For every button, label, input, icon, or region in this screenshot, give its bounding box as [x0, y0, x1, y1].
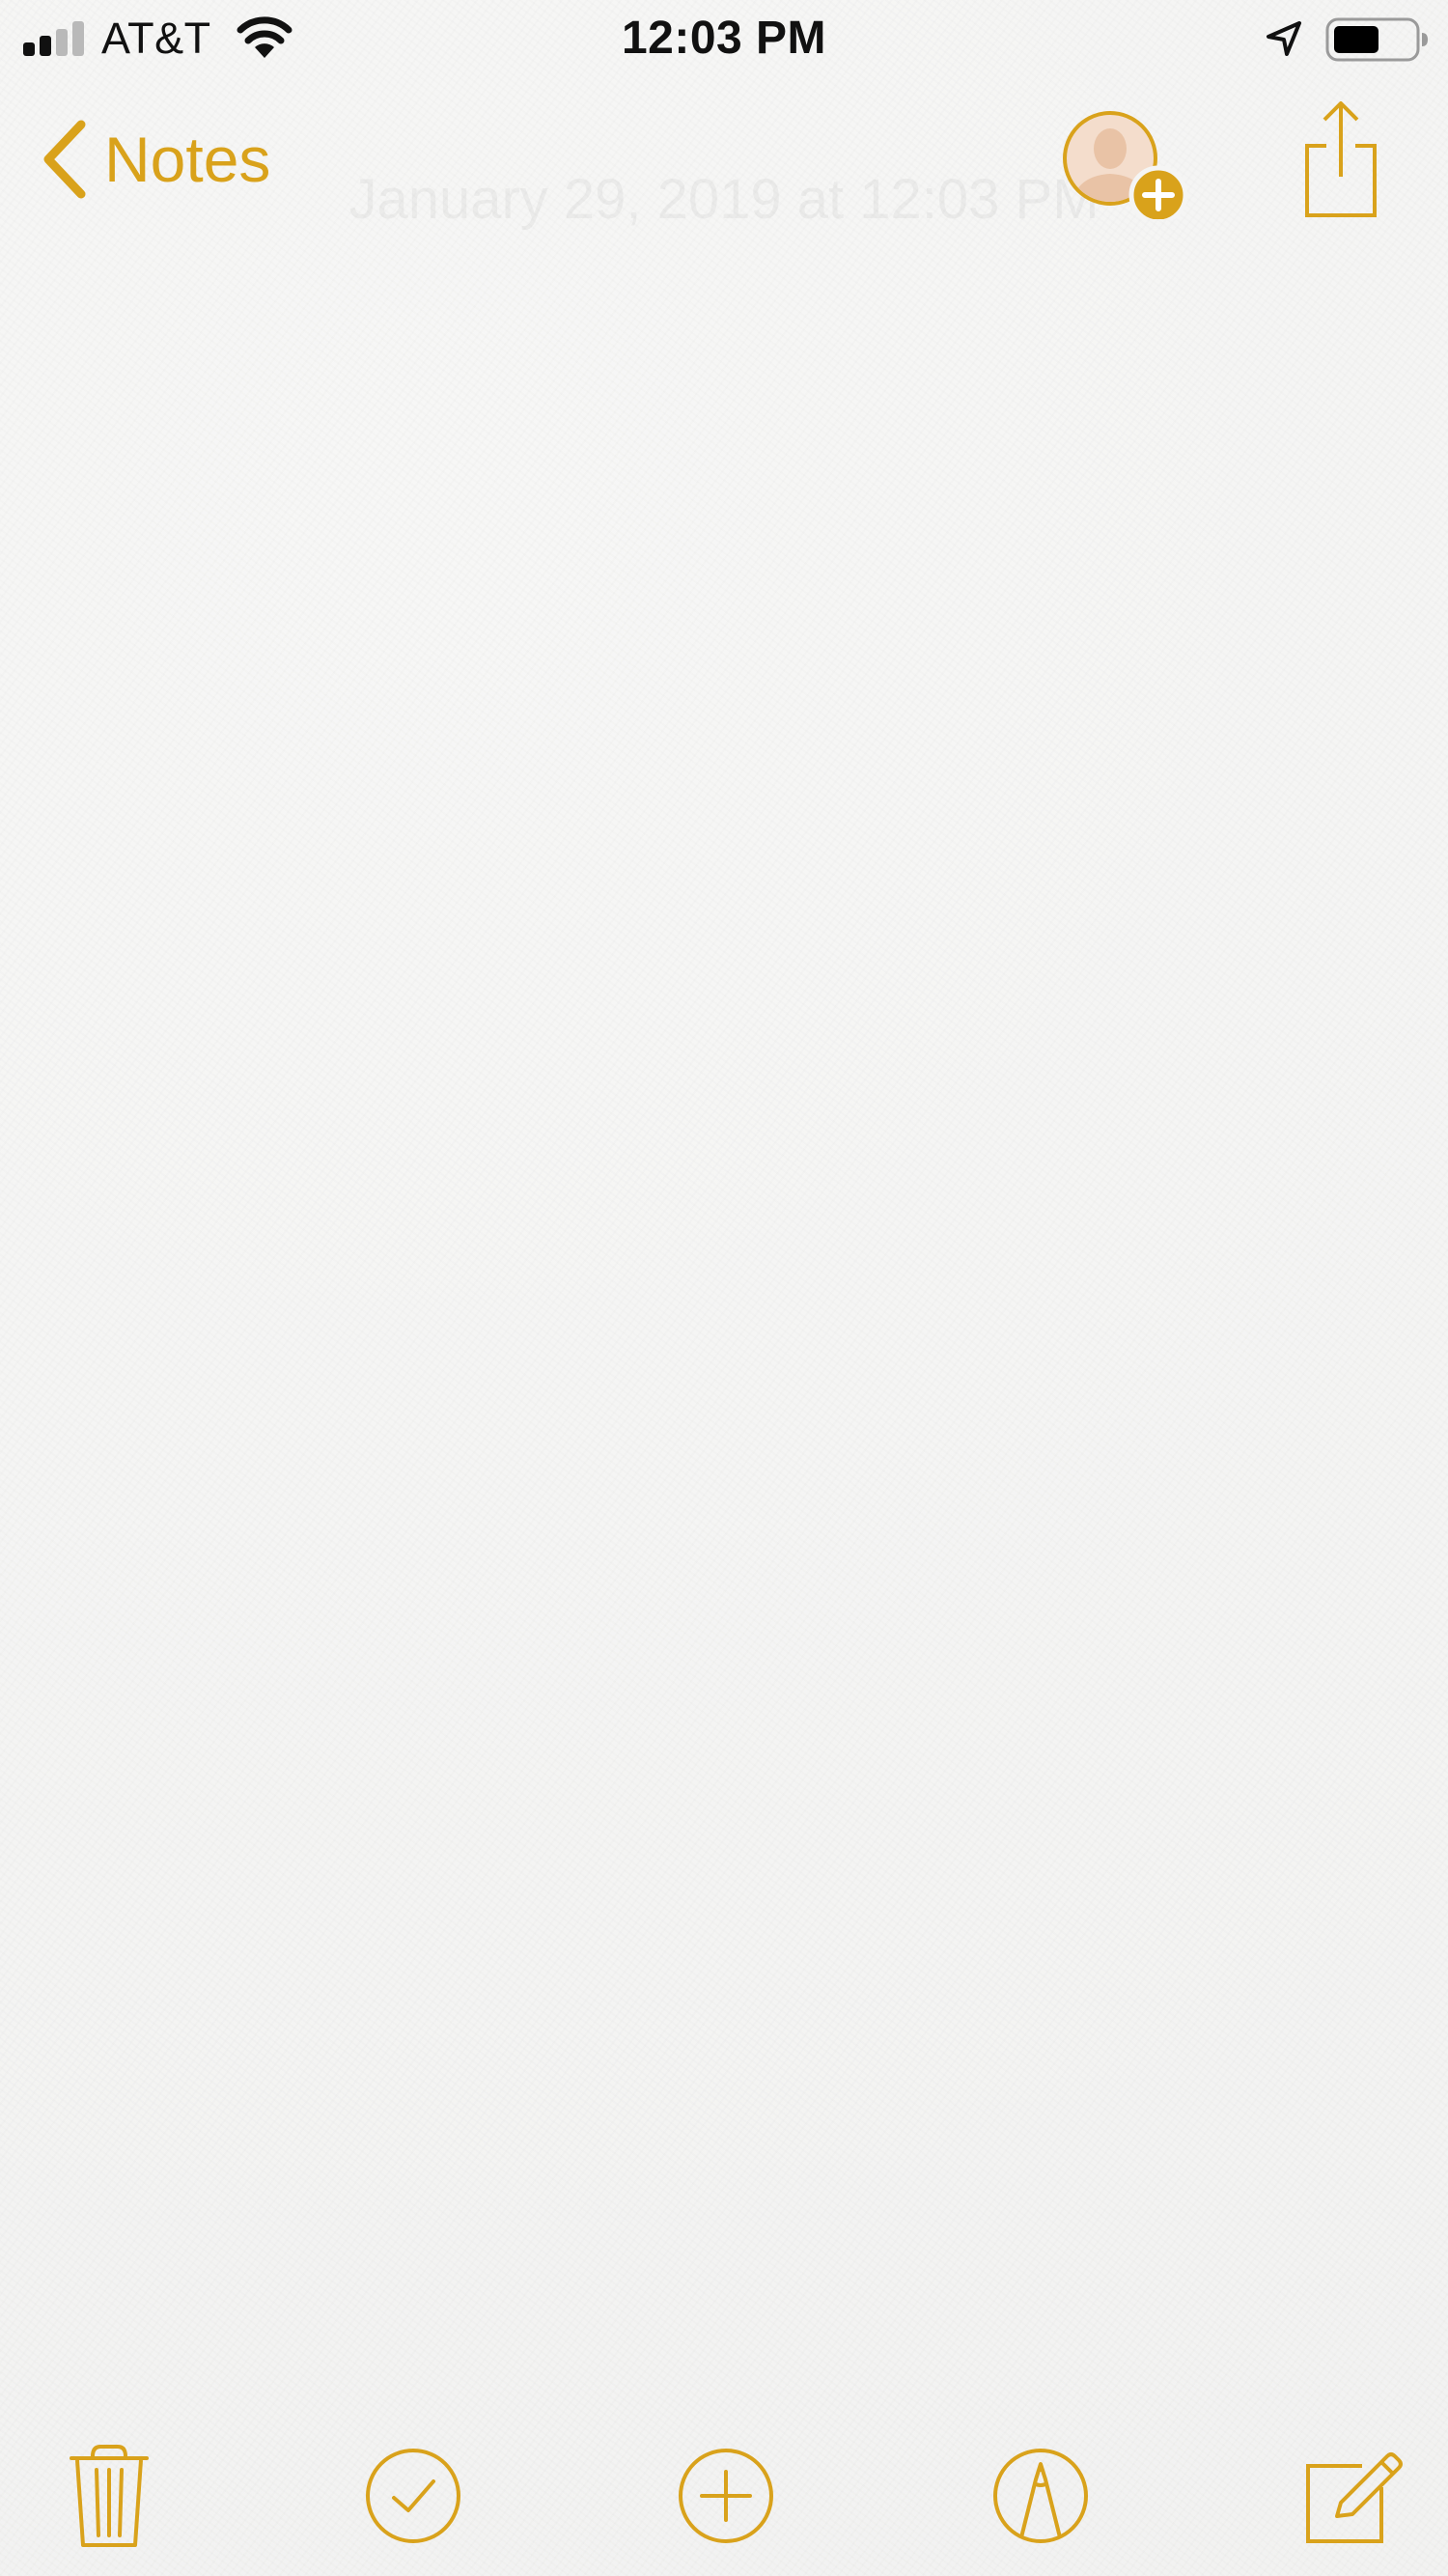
markup-button[interactable] [988, 2443, 1094, 2549]
note-body-editor[interactable] [0, 232, 1448, 2385]
navigation-bar: January 29, 2019 at 12:03 PM Notes [0, 92, 1448, 231]
trash-icon [70, 2445, 149, 2547]
add-attachment-button[interactable] [673, 2443, 779, 2549]
add-person-icon [1063, 111, 1188, 225]
checklist-button[interactable] [360, 2443, 466, 2549]
chevron-left-icon [43, 120, 86, 199]
battery-icon [1325, 17, 1428, 62]
location-arrow-icon [1267, 21, 1301, 56]
plus-circle-icon [679, 2449, 773, 2543]
markup-pen-icon [993, 2449, 1088, 2543]
bottom-toolbar [0, 2423, 1448, 2559]
delete-note-button[interactable] [56, 2443, 162, 2549]
checkmark-circle-icon [366, 2449, 460, 2543]
compose-icon [1306, 2452, 1403, 2543]
share-button[interactable] [1297, 101, 1384, 217]
add-people-button[interactable] [1057, 108, 1188, 225]
status-bar: AT&T 12:03 PM [0, 0, 1448, 77]
share-icon [1305, 101, 1377, 217]
compose-new-note-button[interactable] [1298, 2443, 1405, 2549]
back-label: Notes [104, 124, 271, 195]
back-to-notes-button[interactable]: Notes [37, 111, 270, 208]
status-time: 12:03 PM [621, 13, 827, 64]
